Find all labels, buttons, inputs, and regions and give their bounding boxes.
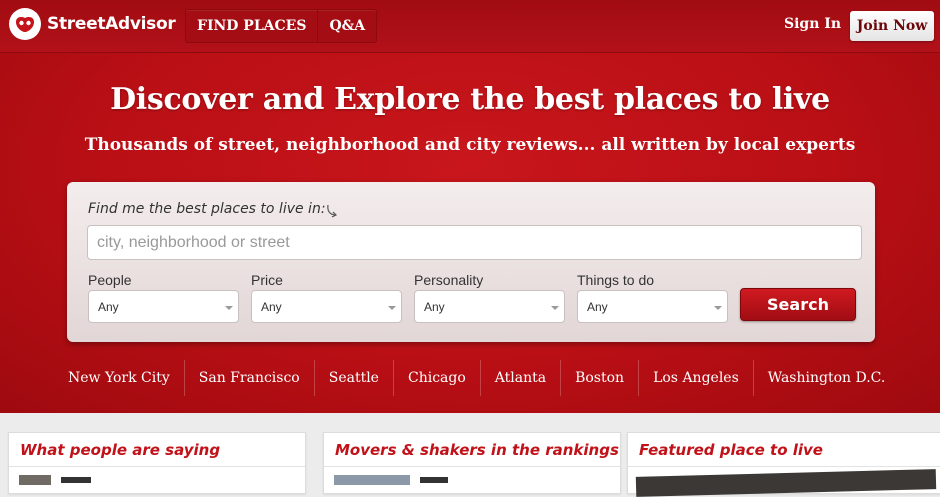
panel-title: Featured place to live	[639, 441, 823, 459]
city-link[interactable]: San Francisco	[183, 360, 314, 396]
review-text-snippet	[61, 477, 91, 483]
ranking-text-snippet	[420, 477, 448, 483]
hero-subhead: Thousands of street, neighborhood and ci…	[84, 135, 856, 155]
location-search-input[interactable]: city, neighborhood or street	[87, 225, 862, 260]
hero-banner: StreetAdvisor FIND PLACES Q&A Sign In Jo…	[0, 0, 940, 413]
ranking-thumbnail[interactable]	[334, 475, 410, 485]
panel-movers-and-shakers: Movers & shakers in the rankings	[323, 432, 621, 494]
filter-label-personality: Personality	[414, 272, 484, 288]
people-select[interactable]: Any	[88, 290, 239, 323]
personality-select[interactable]: Any	[414, 290, 565, 323]
divider	[9, 466, 305, 467]
divider	[628, 466, 940, 467]
panel-title: What people are saying	[20, 441, 221, 459]
panel-title: Movers & shakers in the rankings	[335, 441, 619, 459]
divider	[324, 466, 620, 467]
city-link[interactable]: Chicago	[392, 360, 480, 396]
panel-what-people-are-saying: What people are saying	[8, 432, 306, 494]
things-to-do-select[interactable]: Any	[577, 290, 728, 323]
popular-cities: New York City San Francisco Seattle Chic…	[54, 360, 899, 396]
filter-label-things-to-do: Things to do	[577, 272, 655, 288]
personality-select-value: Any	[424, 300, 445, 314]
price-select[interactable]: Any	[251, 290, 402, 323]
city-link[interactable]: Seattle	[313, 360, 393, 396]
chevron-down-icon	[714, 306, 722, 310]
hero-headline: Discover and Explore the best places to …	[110, 82, 830, 117]
chevron-down-icon	[388, 306, 396, 310]
brand-name: StreetAdvisor	[47, 14, 176, 34]
city-link[interactable]: Los Angeles	[638, 360, 753, 396]
city-link[interactable]: Atlanta	[479, 360, 560, 396]
top-nav-bar: StreetAdvisor FIND PLACES Q&A Sign In Jo…	[0, 0, 940, 53]
chevron-down-icon	[225, 306, 233, 310]
join-now-button[interactable]: Join Now	[850, 11, 934, 41]
filter-label-price: Price	[251, 272, 283, 288]
city-link[interactable]: New York City	[54, 360, 184, 396]
city-link[interactable]: Boston	[560, 360, 638, 396]
search-box: Find me the best places to live in: city…	[67, 182, 875, 342]
price-select-value: Any	[261, 300, 282, 314]
nav-find-places[interactable]: FIND PLACES	[186, 10, 317, 42]
panel-featured-place: Featured place to live	[627, 432, 940, 497]
filter-label-people: People	[88, 272, 132, 288]
main-nav: FIND PLACES Q&A	[185, 9, 378, 43]
search-button[interactable]: Search	[740, 288, 856, 321]
sign-in-link[interactable]: Sign In	[784, 16, 841, 32]
city-link[interactable]: Washington D.C.	[752, 360, 900, 396]
logo[interactable]: StreetAdvisor	[9, 7, 176, 41]
curved-arrow-icon	[327, 204, 338, 218]
nav-qa[interactable]: Q&A	[317, 10, 376, 42]
people-select-value: Any	[98, 300, 119, 314]
review-thumbnail[interactable]	[19, 475, 51, 485]
things-to-do-select-value: Any	[587, 300, 608, 314]
search-label: Find me the best places to live in:	[88, 201, 326, 217]
logo-icon	[9, 8, 41, 40]
featured-place-photo[interactable]	[635, 469, 937, 497]
chevron-down-icon	[551, 306, 559, 310]
